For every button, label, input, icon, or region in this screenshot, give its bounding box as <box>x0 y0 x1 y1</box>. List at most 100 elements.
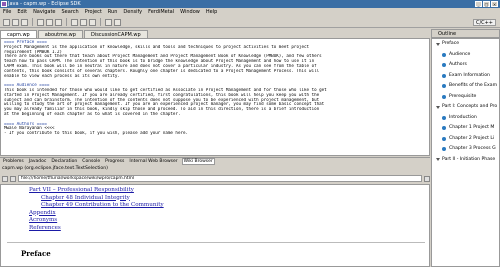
wiki-link[interactable]: Chapter 48 Individual Integrity <box>41 195 130 201</box>
url-input[interactable] <box>18 175 422 182</box>
toolbar-separator <box>66 18 67 26</box>
outline-item-label: Chapter 1 Project M <box>449 125 495 130</box>
back-icon[interactable] <box>2 175 8 182</box>
outline-item-label: Audience <box>449 51 471 57</box>
new-package-icon[interactable] <box>80 18 87 26</box>
expand-arrow-icon[interactable] <box>436 42 440 46</box>
tab-progress[interactable]: Progress <box>104 159 125 164</box>
editor-line: - If you contribute to this book, if you… <box>4 131 189 136</box>
outline-item-label: Chapter 2 Project Li <box>449 135 495 141</box>
menu-ferdimetal[interactable]: FerdiMetal <box>148 9 174 15</box>
outline-item[interactable]: Chapter 3 Process G <box>432 144 499 155</box>
section-bullet-icon <box>442 52 446 57</box>
outline-item-label: Introduction <box>449 114 477 120</box>
editor-tab[interactable]: capm.wp <box>0 30 37 38</box>
outline-item-label: Chapter 3 Process G <box>449 146 496 151</box>
menu-project[interactable]: Project <box>85 9 102 15</box>
title-bar: Java - capm.wp - Eclipse SDK _ □ × <box>0 0 500 8</box>
editor-tab[interactable]: DiscussionCAPM.wp <box>83 30 148 38</box>
save-icon[interactable] <box>12 18 19 26</box>
tab-console[interactable]: Console <box>81 159 101 164</box>
section-bullet-icon <box>442 147 446 152</box>
close-button[interactable]: × <box>491 1 498 7</box>
wiki-link[interactable]: Acronyms <box>29 217 57 223</box>
editor-tab[interactable]: aboutme.wp <box>37 30 83 38</box>
outline-item[interactable]: Audience <box>432 50 499 61</box>
browser-label: capm.wp (org.eclipse.jface.text.TextSele… <box>2 166 108 171</box>
tab-problems[interactable]: Problems <box>2 159 25 164</box>
outline-item[interactable]: Introduction <box>432 113 499 124</box>
toolbar: C/C++ <box>0 17 500 28</box>
forward-icon[interactable] <box>10 175 16 182</box>
preface-heading: Preface <box>21 249 51 258</box>
menu-search[interactable]: Search <box>62 9 79 15</box>
tab-declaration[interactable]: Declaration <box>50 159 78 164</box>
section-bullet-icon <box>442 115 446 120</box>
menu-file[interactable]: File <box>3 9 11 15</box>
divider <box>7 242 425 243</box>
menu-help[interactable]: Help <box>206 9 217 15</box>
outline-item[interactable]: Exam Information <box>432 71 499 82</box>
minimize-button[interactable]: _ <box>475 1 482 7</box>
tab-internal-web-browser[interactable]: Internal Web Browser <box>128 159 178 164</box>
outline-item-label: Preface <box>442 41 460 46</box>
toolbar-separator <box>100 18 101 26</box>
menu-navigate[interactable]: Navigate <box>33 9 55 15</box>
print-icon[interactable] <box>21 18 28 26</box>
outline-item[interactable]: Preface <box>432 39 499 50</box>
outline-item-label: Part II - Initiation Phase <box>442 156 496 162</box>
expand-arrow-icon[interactable] <box>436 105 440 109</box>
bottom-tab-bar: Problems Javadoc Declaration Console Progres… <box>0 157 430 165</box>
section-bullet-icon <box>442 84 446 89</box>
menu-window[interactable]: Window <box>180 9 200 15</box>
tab-wiki-browser[interactable]: Wiki Browser <box>181 158 215 165</box>
wiki-link[interactable]: Appendix <box>29 210 56 216</box>
outline-item[interactable]: Benefits of the Exam <box>432 81 499 92</box>
outline-item[interactable]: Prerequisite <box>432 92 499 103</box>
section-bullet-icon <box>442 63 446 68</box>
toolbar-separator <box>32 18 33 26</box>
tab-javadoc[interactable]: Javadoc <box>28 159 48 164</box>
wiki-link[interactable]: Part VII – Professional Responsibility <box>29 187 134 193</box>
new-icon[interactable] <box>3 18 10 26</box>
outline-item-label: Exam Information <box>449 72 490 78</box>
outline-item[interactable]: Chapter 1 Project M <box>432 123 499 134</box>
back-icon[interactable] <box>105 18 112 26</box>
forward-icon[interactable] <box>114 18 121 26</box>
outline-item[interactable]: Part I: Concepts and Pro <box>432 102 499 113</box>
perspective-switcher[interactable]: C/C++ <box>472 19 496 26</box>
eclipse-icon <box>1 1 7 7</box>
section-bullet-icon <box>442 94 446 99</box>
search-icon[interactable] <box>89 18 96 26</box>
go-icon[interactable] <box>424 175 430 182</box>
outline-item-label: Prerequisite <box>449 93 477 99</box>
window-controls: _ □ × <box>475 1 498 7</box>
outline-item-label: Part I: Concepts and Pro <box>442 104 498 109</box>
outline-item-label: Benefits of the Exam <box>449 83 498 88</box>
expand-arrow-icon[interactable] <box>436 158 440 162</box>
wiki-link[interactable]: Chapter 49 Contribution to the Community <box>41 202 164 208</box>
outline-item[interactable]: Authors <box>432 60 499 71</box>
wiki-browser-view: References Acronyms Appendix Chapter 49 Con… <box>0 184 430 267</box>
section-bullet-icon <box>442 136 446 141</box>
debug-icon[interactable] <box>37 18 44 26</box>
editor-tab-bar: capm.wp aboutme.wp DiscussionCAPM.wp <box>0 29 430 38</box>
outline-item-label: Authors <box>449 62 467 67</box>
menu-run[interactable]: Run <box>108 9 118 15</box>
menu-densify[interactable]: Densify <box>123 9 142 15</box>
run-icon[interactable] <box>46 18 53 26</box>
external-tools-icon[interactable] <box>55 18 62 26</box>
outline-header[interactable]: Outline <box>431 29 500 38</box>
url-bar <box>0 174 430 183</box>
outline-item[interactable]: Part II - Initiation Phase <box>432 155 499 166</box>
menu-bar: File Edit Navigate Search Project Run Densify F… <box>0 8 500 16</box>
outline-view: Preface Audience Authors Exam Information Be… <box>431 38 500 267</box>
menu-edit[interactable]: Edit <box>17 9 27 15</box>
section-bullet-icon <box>442 73 446 78</box>
wiki-link[interactable]: References <box>29 225 61 231</box>
new-class-icon[interactable] <box>71 18 78 26</box>
text-editor[interactable]: ==== Preface ==== Project Management is t… <box>0 38 430 156</box>
maximize-button[interactable]: □ <box>483 1 490 7</box>
section-bullet-icon <box>442 126 446 131</box>
outline-item[interactable]: Chapter 2 Project Li <box>432 134 499 145</box>
